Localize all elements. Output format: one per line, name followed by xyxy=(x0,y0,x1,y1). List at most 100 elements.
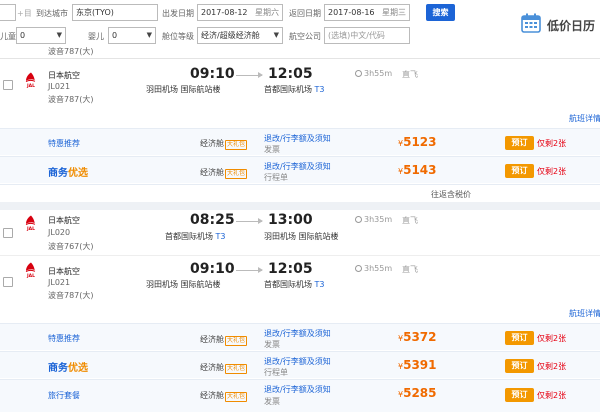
airline-label: 航空公司 xyxy=(289,32,321,41)
infant-label: 婴儿 xyxy=(88,32,104,41)
flight-checkbox[interactable] xyxy=(3,80,13,90)
flight-row-partial: 波音787(大) xyxy=(0,45,600,59)
seats-left: 仅剩2张 xyxy=(537,139,567,148)
flight-details-link[interactable]: 航班详情 xyxy=(569,113,600,124)
arrive-airport: 首都国际机场 T3 xyxy=(264,85,325,94)
book-button[interactable]: 预订 xyxy=(505,388,534,402)
fare-price: ¥5285 xyxy=(398,386,437,400)
flight-details-link[interactable]: 航班详情 xyxy=(569,308,600,319)
flight-row: JAL 日本航空 JL020 波音767(大) 08:25 13:00 首都国际… xyxy=(0,210,600,256)
clock-icon xyxy=(355,70,362,77)
airline-name: 日本航空 xyxy=(48,216,80,225)
airline-name: 日本航空 xyxy=(48,71,80,80)
cabin-class: 经济舱 大礼包 xyxy=(200,168,248,179)
airline-name: 日本航空 xyxy=(48,267,80,276)
plane-type[interactable]: 波音767(大) xyxy=(48,241,94,252)
cabin-class: 经济舱 大礼包 xyxy=(200,391,248,402)
seats-left: 仅剩2张 xyxy=(537,362,567,371)
tax-note-row: 往返含税价 xyxy=(0,184,600,200)
depart-time: 08:25 xyxy=(190,212,235,228)
calendar-icon[interactable] xyxy=(521,13,541,33)
depart-date-input[interactable]: 2017-08-12 星期六 xyxy=(197,4,283,21)
flight-number: JL021 xyxy=(48,278,71,287)
plane-type[interactable]: 波音787(大) xyxy=(48,290,94,301)
seats-left: 仅剩2张 xyxy=(537,391,567,400)
arrow-right-icon xyxy=(236,218,263,224)
fare-row: 特惠推荐 经济舱 大礼包 退改/行李额及须知 发票 ¥5123 预订 仅剩2张 xyxy=(0,128,600,155)
flight-row: JAL 日本航空 JL021 波音787(大) 09:10 12:05 羽田机场… xyxy=(0,60,600,123)
fare-rules-link[interactable]: 退改/行李额及须知 xyxy=(264,384,331,395)
svg-text:JAL: JAL xyxy=(26,273,35,279)
fare-name[interactable]: 特惠推荐 xyxy=(48,333,80,344)
depart-time: 09:10 xyxy=(190,261,235,277)
fare-rules-link[interactable]: 退改/行李额及须知 xyxy=(264,161,331,172)
book-button[interactable]: 预订 xyxy=(505,136,534,150)
cabin-class: 经济舱 大礼包 xyxy=(200,139,248,150)
arrow-right-icon xyxy=(236,72,263,78)
to-city-label: 到达城市 xyxy=(36,9,68,18)
return-date-label: 返回日期 xyxy=(289,9,321,18)
flight-duration: 3h55m xyxy=(355,264,392,273)
fare-rules-link[interactable]: 退改/行李额及须知 xyxy=(264,356,331,367)
flight-number: JL020 xyxy=(48,228,71,237)
depart-time: 09:10 xyxy=(190,66,235,82)
cabin-select[interactable]: 经济/超级经济舱 ▼ xyxy=(197,27,283,44)
group-separator xyxy=(0,202,600,210)
flight-number: JL021 xyxy=(48,82,71,91)
fare-rules-link[interactable]: 退改/行李额及须知 xyxy=(264,133,331,144)
seats-left: 仅剩2张 xyxy=(537,334,567,343)
tax-note: 往返含税价 xyxy=(431,190,471,199)
arrow-right-icon xyxy=(236,267,263,273)
airline-input[interactable]: (选填)中文/代码 xyxy=(324,27,410,44)
fare-price: ¥5391 xyxy=(398,358,437,372)
book-button[interactable]: 预订 xyxy=(505,359,534,373)
direct-label: 直飞 xyxy=(402,70,418,79)
chevron-down-icon: ▼ xyxy=(146,31,152,39)
depart-airport: 首都国际机场 T3 xyxy=(165,232,226,241)
plane-type: 波音787(大) xyxy=(48,47,94,56)
flight-row: JAL 日本航空 JL021 波音787(大) 09:10 12:05 羽田机场… xyxy=(0,257,600,318)
cabin-label: 舱位等级 xyxy=(162,32,194,41)
return-date-input[interactable]: 2017-08-16 星期三 xyxy=(324,4,410,21)
arrive-airport: 首都国际机场 T3 xyxy=(264,280,325,289)
chevron-down-icon: ▼ xyxy=(56,31,62,39)
jal-logo-icon: JAL xyxy=(20,70,42,92)
depart-airport: 羽田机场 国际航站楼 xyxy=(146,280,221,289)
fare-name[interactable]: 特惠推荐 xyxy=(48,138,80,149)
fare-row: 特惠推荐 经济舱 大礼包 退改/行李额及须知 发票 ¥5372 预订 仅剩2张 xyxy=(0,323,600,350)
flight-duration: 3h55m xyxy=(355,69,392,78)
business-select-name[interactable]: 商务优选 xyxy=(48,164,88,179)
flight-checkbox[interactable] xyxy=(3,228,13,238)
child-label: 儿童 xyxy=(0,32,16,41)
depart-airport: 羽田机场 国际航站楼 xyxy=(146,85,221,94)
jal-logo-icon: JAL xyxy=(20,260,42,282)
fare-price: ¥5123 xyxy=(398,135,437,149)
from-city-field[interactable] xyxy=(0,4,16,21)
seats-left: 仅剩2张 xyxy=(537,167,567,176)
arrive-time: 13:00 xyxy=(268,212,313,228)
book-button[interactable]: 预订 xyxy=(505,331,534,345)
arrive-time: 12:05 xyxy=(268,261,313,277)
child-select[interactable]: 0 ▼ xyxy=(16,27,66,44)
fare-row: 商务优选 经济舱 大礼包 退改/行李额及须知 行程单 ¥5391 预订 仅剩2张 xyxy=(0,351,600,378)
book-button[interactable]: 预订 xyxy=(505,164,534,178)
plane-type[interactable]: 波音787(大) xyxy=(48,94,94,105)
arrive-airport: 羽田机场 国际航站楼 xyxy=(264,232,339,241)
invoice-label: 发票 xyxy=(264,145,280,154)
infant-select[interactable]: 0 ▼ xyxy=(108,27,156,44)
business-select-name[interactable]: 商务优选 xyxy=(48,359,88,374)
fare-rules-link[interactable]: 退改/行李额及须知 xyxy=(264,328,331,339)
chevron-down-icon: ▼ xyxy=(273,31,279,39)
to-city-input[interactable]: 东京(TYO) xyxy=(72,4,158,21)
flight-checkbox[interactable] xyxy=(3,277,13,287)
clock-icon xyxy=(355,216,362,223)
swap-label[interactable]: +目 xyxy=(17,8,32,19)
fare-row: 旅行套餐 经济舱 大礼包 退改/行李额及须知 发票 ¥5285 预订 仅剩2张 xyxy=(0,379,600,412)
svg-text:JAL: JAL xyxy=(26,83,35,89)
low-price-calendar-title[interactable]: 低价日历 xyxy=(547,17,595,34)
itinerary-label: 行程单 xyxy=(264,368,288,377)
fare-name[interactable]: 旅行套餐 xyxy=(48,390,80,401)
depart-date-label: 出发日期 xyxy=(162,9,194,18)
fare-row: 商务优选 经济舱 大礼包 退改/行李额及须知 行程单 ¥5143 预订 仅剩2张 xyxy=(0,156,600,183)
search-button[interactable]: 搜索 xyxy=(426,4,455,21)
